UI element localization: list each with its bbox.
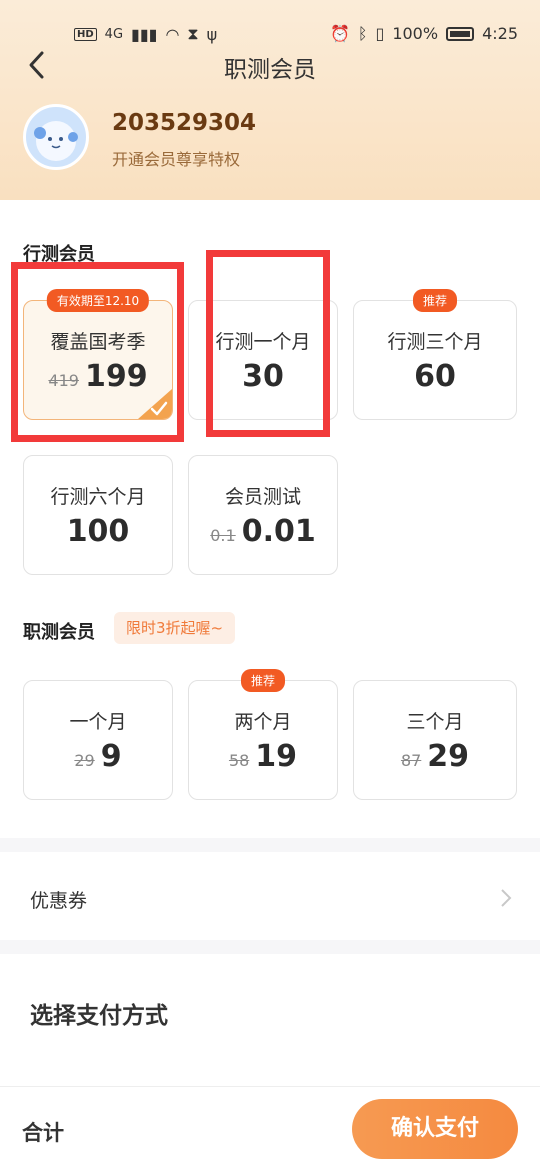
user-id: 203529304 [112,110,257,136]
payment-method-title: 选择支付方式 [30,1003,168,1029]
plan-price: 58 19 [189,739,337,774]
chevron-right-icon [501,889,512,907]
hd-indicator: HD [74,27,97,41]
plan-name: 行测六个月 [50,486,146,508]
user-subtitle: 开通会员尊享特权 [112,150,241,169]
plan-price: 29 9 [24,739,172,774]
plan-name: 会员测试 [224,486,301,508]
plan-name: 行测三个月 [387,331,483,353]
signal-icon: ▮▮▮ [131,24,158,44]
original-price: 0.1 [210,526,236,545]
total-label: 合计 [22,1121,64,1145]
section-divider [0,838,540,852]
selected-check-icon [138,389,172,419]
current-price: 9 [100,739,122,774]
original-price: 419 [48,371,79,390]
plan-card-xingce-6month[interactable]: 行测六个月 100 [23,455,173,575]
current-price: 60 [414,359,456,394]
plan-name: 覆盖国考季 [50,331,146,353]
clock: 4:25 [482,24,518,43]
status-right: ⏰ ᛒ ▯ 100% 4:25 [330,24,518,43]
original-price: 29 [74,751,95,770]
current-price: 19 [255,739,298,774]
hourglass-icon: ⧗ [187,24,199,43]
recommend-badge: 推荐 [240,669,286,692]
bluetooth-icon: ᛒ [357,24,368,43]
promo-tag: 限时3折起喔~ [114,612,236,644]
original-price: 58 [228,751,250,770]
plan-price: 30 [189,359,337,394]
current-price: 100 [66,514,130,549]
plan-card-member-test[interactable]: 会员测试 0.1 0.01 [188,455,338,575]
recommend-badge: 推荐 [412,289,458,312]
current-price: 0.01 [241,514,316,549]
vibrate-icon: ▯ [375,24,385,43]
plan-card-zhice-2month[interactable]: 推荐 两个月 58 19 [188,669,338,800]
plan-price: 100 [24,514,172,549]
network-type: 4G [104,26,124,42]
plan-price: 60 [354,359,516,394]
original-price: 87 [400,751,422,770]
plan-card-xingce-season[interactable]: 有效期至12.10 覆盖国考季 419 199 [23,289,173,420]
xingce-section-title: 行测会员 [23,244,95,265]
status-left: HD 4G ▮▮▮ ◠ ⧗ ψ [74,24,217,44]
avatar[interactable] [23,104,89,170]
battery-percent: 100% [392,24,439,43]
plan-card-xingce-3month[interactable]: 推荐 行测三个月 60 [353,289,517,420]
plan-card-zhice-1month[interactable]: 一个月 29 9 [23,680,173,800]
plan-name: 三个月 [406,711,464,733]
plan-name: 一个月 [69,711,127,733]
zhice-section-title: 职测会员 [23,622,95,643]
wifi-icon: ◠ [165,24,180,44]
plan-card-xingce-1month[interactable]: 行测一个月 30 [188,300,338,420]
plan-name: 两个月 [234,711,292,733]
alarm-icon: ⏰ [329,24,350,43]
current-price: 29 [427,739,470,774]
page-title: 职测会员 [224,57,316,83]
confirm-pay-button[interactable]: 确认支付 [352,1099,518,1159]
mascot-icon [34,121,78,161]
plan-name: 行测一个月 [215,331,311,353]
plan-card-zhice-3month[interactable]: 三个月 87 29 [353,680,517,800]
bottom-bar: 合计 确认支付 [0,1086,540,1170]
battery-icon [446,26,475,41]
validity-badge: 有效期至12.10 [46,289,150,312]
plan-price: 87 29 [354,739,516,774]
coupon-row[interactable]: 优惠券 [0,852,540,940]
usb-icon: ψ [206,24,218,44]
current-price: 30 [242,359,284,394]
coupon-label: 优惠券 [30,890,88,912]
section-divider [0,940,540,954]
plan-price: 0.1 0.01 [189,514,337,549]
